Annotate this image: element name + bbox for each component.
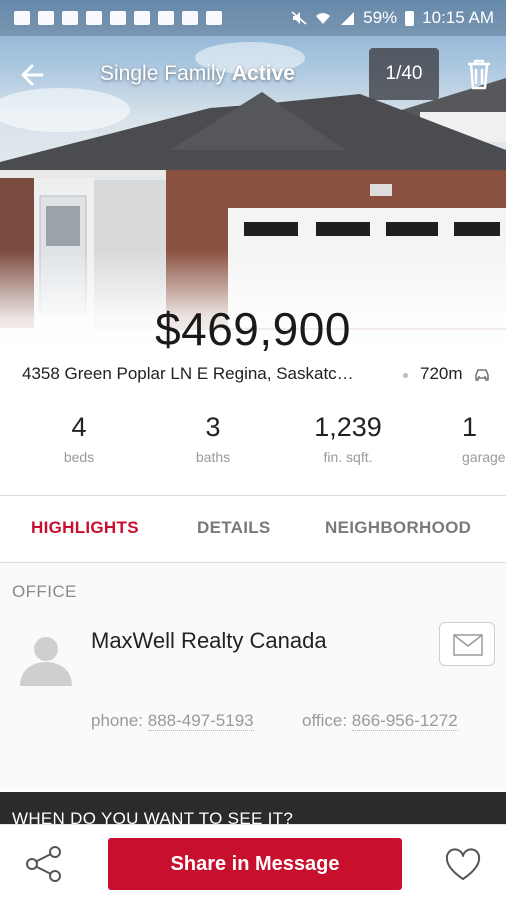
stat-label: fin. sqft. bbox=[323, 449, 373, 465]
office-phone-label: office: bbox=[302, 711, 348, 730]
tab-neighborhood[interactable]: NEIGHBORHOOD bbox=[325, 518, 471, 538]
avatar bbox=[20, 637, 72, 686]
mute-icon bbox=[291, 11, 307, 25]
wifi-icon bbox=[316, 13, 331, 24]
heart-icon bbox=[445, 848, 481, 880]
photo-counter: 1/40 bbox=[369, 48, 439, 100]
download-icon bbox=[110, 11, 126, 25]
notification-icons bbox=[14, 11, 222, 25]
top-bar: Single Family Active 1/40 bbox=[0, 44, 506, 104]
favorite-button[interactable] bbox=[444, 848, 482, 882]
share-button[interactable] bbox=[24, 846, 64, 882]
delete-button[interactable] bbox=[462, 56, 496, 92]
stat-baths: 3 baths bbox=[158, 412, 268, 465]
status-bar: 59% 10:15 AM bbox=[0, 0, 506, 36]
separator-dot bbox=[403, 373, 408, 378]
stat-label: baths bbox=[195, 449, 231, 465]
signal-icon bbox=[341, 12, 355, 25]
warning-icon bbox=[62, 11, 78, 25]
battery-percent: 59% bbox=[363, 8, 398, 27]
phone-number-link[interactable]: 888-497-5193 bbox=[147, 711, 254, 731]
arrow-left-icon bbox=[21, 64, 44, 86]
back-button[interactable] bbox=[14, 58, 54, 92]
tab-highlights[interactable]: HIGHLIGHTS bbox=[31, 518, 139, 538]
stats-row: 4 beds 3 baths 1,239 fin. sqft. 1 garage bbox=[0, 412, 506, 482]
home-icon bbox=[38, 11, 54, 25]
email-button[interactable] bbox=[439, 622, 495, 666]
weather-icon bbox=[182, 11, 198, 25]
office-phone-link[interactable]: 866-956-1272 bbox=[351, 711, 458, 731]
listing-address[interactable]: 4358 Green Poplar LN E Regina, Saskatc… bbox=[22, 364, 354, 384]
office-section-title: OFFICE bbox=[12, 582, 77, 601]
share-in-message-button[interactable]: Share in Message bbox=[108, 838, 402, 890]
stat-value: 1 bbox=[462, 412, 478, 442]
stat-label: garage bbox=[462, 449, 506, 465]
tab-details[interactable]: DETAILS bbox=[197, 518, 271, 538]
phone-line: phone: 888-497-5193 bbox=[91, 711, 254, 731]
bottom-action-bar: Share in Message bbox=[0, 824, 506, 900]
page-title: Single Family Active bbox=[100, 62, 295, 86]
office-name: MaxWell Realty Canada bbox=[91, 628, 327, 653]
stat-value: 4 bbox=[71, 412, 87, 442]
phone-label: phone: bbox=[91, 711, 143, 730]
battery-icon bbox=[405, 10, 415, 26]
download-icon bbox=[206, 11, 222, 25]
share-icon bbox=[26, 846, 61, 882]
note-icon bbox=[134, 11, 150, 25]
stat-label: beds bbox=[63, 449, 95, 465]
listing-status: Active bbox=[231, 62, 295, 85]
car-icon bbox=[475, 369, 489, 381]
tab-bar: HIGHLIGHTS DETAILS NEIGHBORHOOD bbox=[0, 496, 506, 562]
stat-garage: 1 garage bbox=[428, 412, 506, 465]
trash-icon bbox=[468, 59, 490, 90]
clock: 10:15 AM bbox=[422, 8, 494, 27]
gallery-icon bbox=[158, 11, 174, 25]
stat-value: 3 bbox=[205, 412, 221, 442]
stat-sqft: 1,239 fin. sqft. bbox=[293, 412, 403, 465]
image-icon bbox=[86, 11, 102, 25]
office-phone-line: office: 866-956-1272 bbox=[302, 711, 458, 731]
listing-price: $469,900 bbox=[155, 303, 351, 355]
stat-beds: 4 beds bbox=[24, 412, 134, 465]
chat-icon bbox=[14, 11, 30, 25]
envelope-icon bbox=[453, 634, 483, 656]
stat-value: 1,239 bbox=[314, 412, 382, 442]
property-type: Single Family bbox=[100, 62, 227, 85]
address-row: 4358 Green Poplar LN E Regina, Saskatc… … bbox=[22, 364, 492, 388]
distance: 720m bbox=[420, 364, 463, 383]
